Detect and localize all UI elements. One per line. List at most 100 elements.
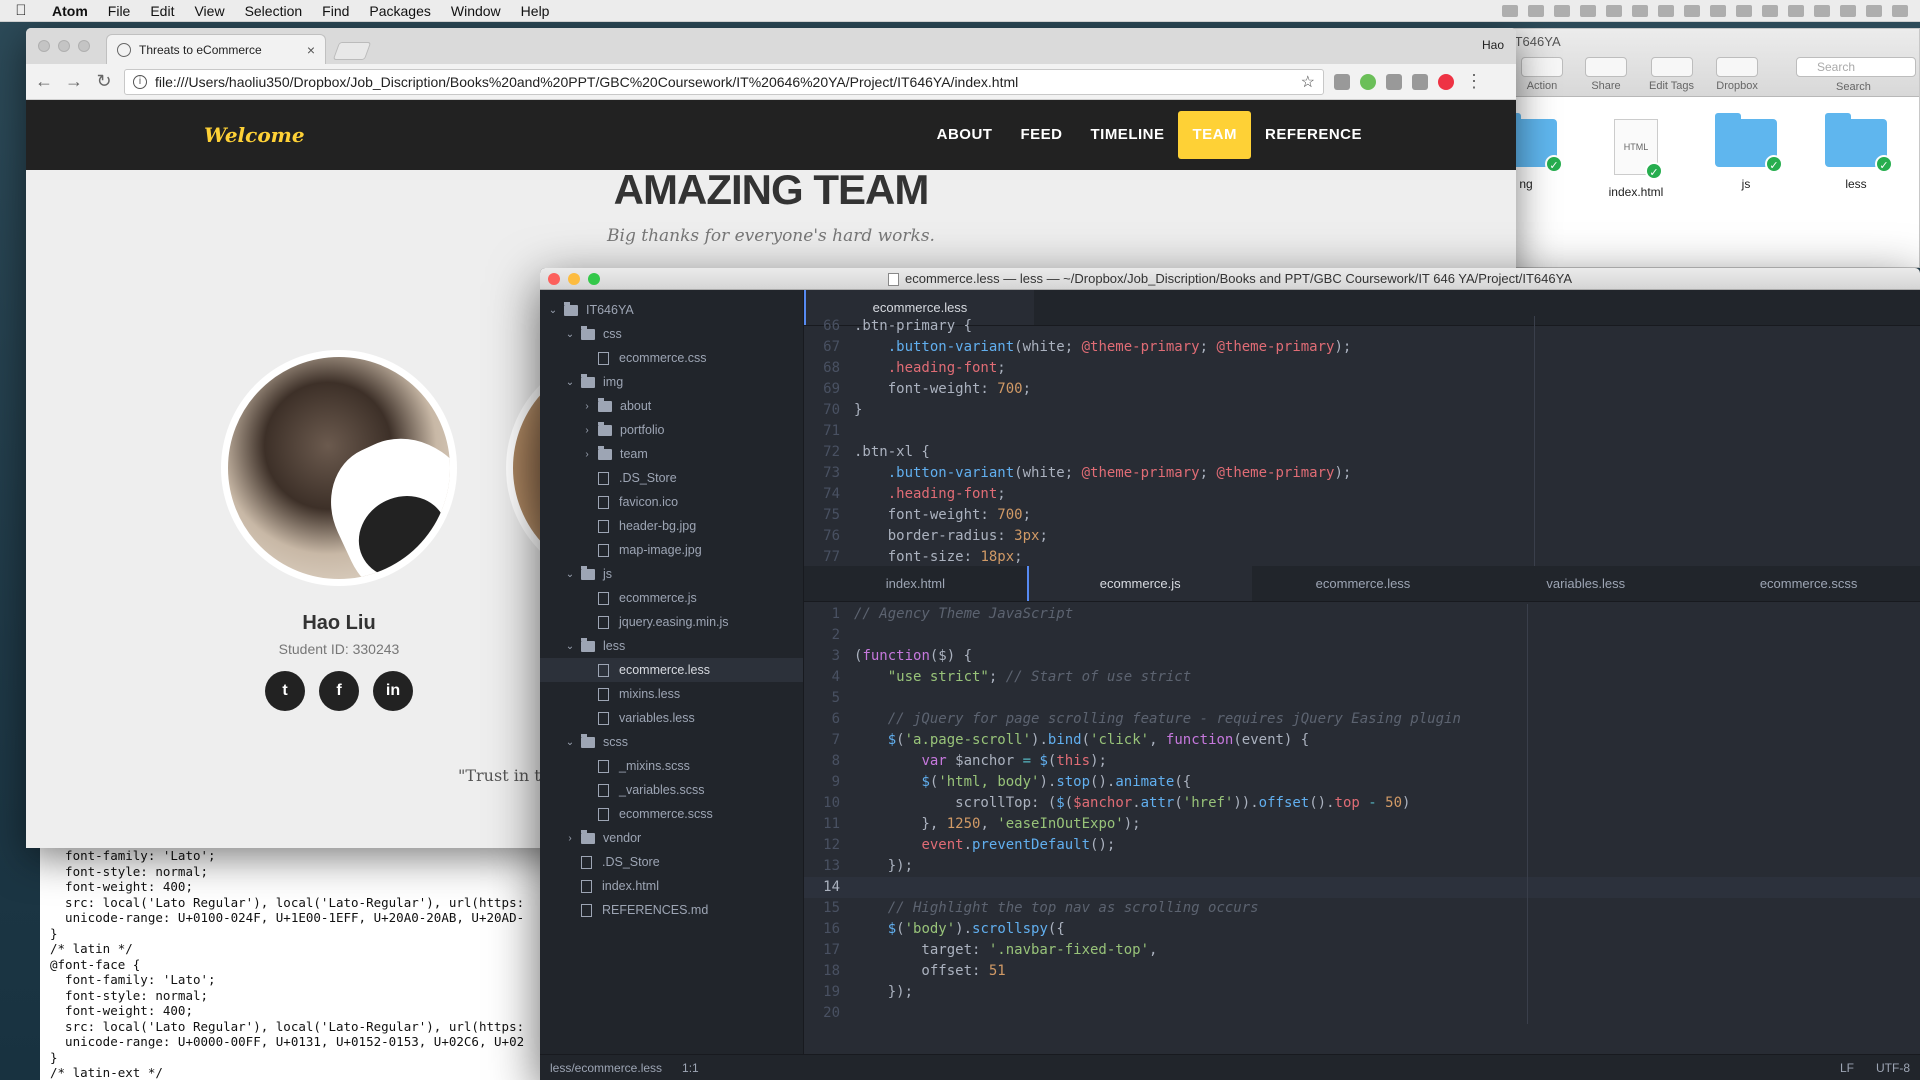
code-line[interactable]: 10 scrollTop: ($($anchor.attr('href')).o… [804, 793, 1920, 814]
code-line[interactable]: 72 .btn-xl { [804, 442, 1920, 463]
status-icon[interactable] [1814, 4, 1830, 17]
code-line[interactable]: 20 [804, 1003, 1920, 1024]
finder-search-input[interactable]: Search [1796, 57, 1916, 77]
status-icon[interactable] [1632, 4, 1648, 17]
status-icon[interactable] [1866, 4, 1882, 17]
back-arrow-icon[interactable]: ← [34, 71, 54, 92]
tree-file[interactable]: ecommerce.js [540, 586, 803, 610]
menu-item-file[interactable]: File [98, 3, 141, 19]
code-line[interactable]: 5 [804, 688, 1920, 709]
nav-link-feed[interactable]: FEED [1006, 111, 1076, 159]
code-line[interactable]: 4 "use strict"; // Start of use strict [804, 667, 1920, 688]
menu-app-name[interactable]: Atom [42, 3, 98, 19]
tree-file[interactable]: _mixins.scss [540, 754, 803, 778]
code-line[interactable]: 71 [804, 421, 1920, 442]
tree-folder[interactable]: › team [540, 442, 803, 466]
code-line[interactable]: 77 font-size: 18px; [804, 547, 1920, 566]
status-icon[interactable] [1762, 4, 1778, 17]
tree-folder[interactable]: ⌄ js [540, 562, 803, 586]
tree-folder[interactable]: › vendor [540, 826, 803, 850]
finder-tool-action[interactable]: Action [1521, 57, 1563, 92]
close-window-button[interactable] [548, 273, 560, 285]
profile-name[interactable]: Hao [1482, 38, 1504, 52]
nav-link-team[interactable]: TEAM [1178, 111, 1251, 159]
close-window-button[interactable] [38, 40, 50, 52]
tree-folder[interactable]: › portfolio [540, 418, 803, 442]
tree-file[interactable]: ecommerce.less [540, 658, 803, 682]
menu-item-selection[interactable]: Selection [235, 3, 313, 19]
zoom-window-button[interactable] [588, 273, 600, 285]
close-icon[interactable]: × [307, 42, 315, 58]
address-bar[interactable]: i file:///Users/haoliu350/Dropbox/Job_Di… [124, 68, 1324, 95]
finder-item[interactable]: ✓ js [1711, 113, 1783, 199]
zoom-window-button[interactable] [78, 40, 90, 52]
menu-item-find[interactable]: Find [312, 3, 359, 19]
code-line[interactable]: 6 // jQuery for page scrolling feature -… [804, 709, 1920, 730]
status-icon[interactable] [1580, 4, 1596, 17]
code-line[interactable]: 2 [804, 625, 1920, 646]
code-line[interactable]: 16 $('body').scrollspy({ [804, 919, 1920, 940]
code-line[interactable]: 75 font-weight: 700; [804, 505, 1920, 526]
finder-tool-share[interactable]: Share [1585, 57, 1627, 92]
menu-item-packages[interactable]: Packages [359, 3, 440, 19]
tree-folder[interactable]: ⌄ img [540, 370, 803, 394]
tree-file[interactable]: favicon.ico [540, 490, 803, 514]
tree-file[interactable]: variables.less [540, 706, 803, 730]
menu-item-view[interactable]: View [184, 3, 234, 19]
tree-file[interactable]: ecommerce.scss [540, 802, 803, 826]
tree-file[interactable]: map-image.jpg [540, 538, 803, 562]
tree-folder[interactable]: ⌄ scss [540, 730, 803, 754]
tree-file[interactable]: mixins.less [540, 682, 803, 706]
status-icon[interactable] [1684, 4, 1700, 17]
tree-file[interactable]: jquery.easing.min.js [540, 610, 803, 634]
editor-tab[interactable]: ecommerce.scss [1697, 566, 1920, 601]
status-icon[interactable] [1528, 4, 1544, 17]
gear-icon[interactable] [1334, 73, 1350, 90]
star-icon[interactable]: ☆ [1301, 72, 1315, 92]
tree-file[interactable]: _variables.scss [540, 778, 803, 802]
code-line[interactable]: 11 }, 1250, 'easeInOutExpo'); [804, 814, 1920, 835]
status-encoding[interactable]: UTF-8 [1876, 1061, 1910, 1075]
tree-file[interactable]: .DS_Store [540, 850, 803, 874]
minimize-window-button[interactable] [58, 40, 70, 52]
tree-file[interactable]: index.html [540, 874, 803, 898]
tree-file[interactable]: .DS_Store [540, 466, 803, 490]
apple-icon[interactable]:  [0, 2, 42, 19]
status-icon[interactable] [1710, 4, 1726, 17]
code-line[interactable]: 13 }); [804, 856, 1920, 877]
nav-link-about[interactable]: ABOUT [923, 111, 1007, 159]
finder-item[interactable]: ✓ less [1821, 113, 1893, 199]
extension-icon[interactable] [1360, 73, 1376, 90]
code-line[interactable]: 14 [804, 877, 1920, 898]
code-line[interactable]: 70} [804, 400, 1920, 421]
nav-link-timeline[interactable]: TIMELINE [1076, 111, 1178, 159]
code-line[interactable]: 7 $('a.page-scroll').bind('click', funct… [804, 730, 1920, 751]
twitter-icon[interactable]: t [265, 671, 305, 711]
status-icon[interactable] [1892, 4, 1908, 17]
code-line[interactable]: 9 $('html, body').stop().animate({ [804, 772, 1920, 793]
finder-tool-dropbox[interactable]: Dropbox [1716, 57, 1759, 92]
tree-file[interactable]: header-bg.jpg [540, 514, 803, 538]
code-line[interactable]: 76 border-radius: 3px; [804, 526, 1920, 547]
status-file-path[interactable]: less/ecommerce.less [550, 1061, 662, 1075]
code-line[interactable]: 66 .btn-primary { [804, 316, 1920, 337]
tree-folder[interactable]: ⌄ css [540, 322, 803, 346]
status-icon[interactable] [1606, 4, 1622, 17]
status-icon[interactable] [1502, 4, 1518, 17]
code-line[interactable]: 1 // Agency Theme JavaScript [804, 604, 1920, 625]
status-icon[interactable] [1736, 4, 1752, 17]
code-line[interactable]: 8 var $anchor = $(this); [804, 751, 1920, 772]
menu-item-help[interactable]: Help [511, 3, 560, 19]
site-brand[interactable]: Welcome [204, 123, 305, 147]
code-line[interactable]: 73 .button-variant(white; @theme-primary… [804, 463, 1920, 484]
nav-link-reference[interactable]: REFERENCE [1251, 111, 1376, 159]
browser-tab[interactable]: Threats to eCommerce × [106, 34, 326, 64]
finder-item[interactable]: HTML ✓ index.html [1601, 119, 1671, 199]
reload-icon[interactable]: ↻ [94, 71, 114, 92]
code-line[interactable]: 12 event.preventDefault(); [804, 835, 1920, 856]
code-line[interactable]: 19 }); [804, 982, 1920, 1003]
status-icon[interactable] [1788, 4, 1804, 17]
linkedin-icon[interactable]: in [373, 671, 413, 711]
facebook-icon[interactable]: f [319, 671, 359, 711]
code-line[interactable]: 69 font-weight: 700; [804, 379, 1920, 400]
